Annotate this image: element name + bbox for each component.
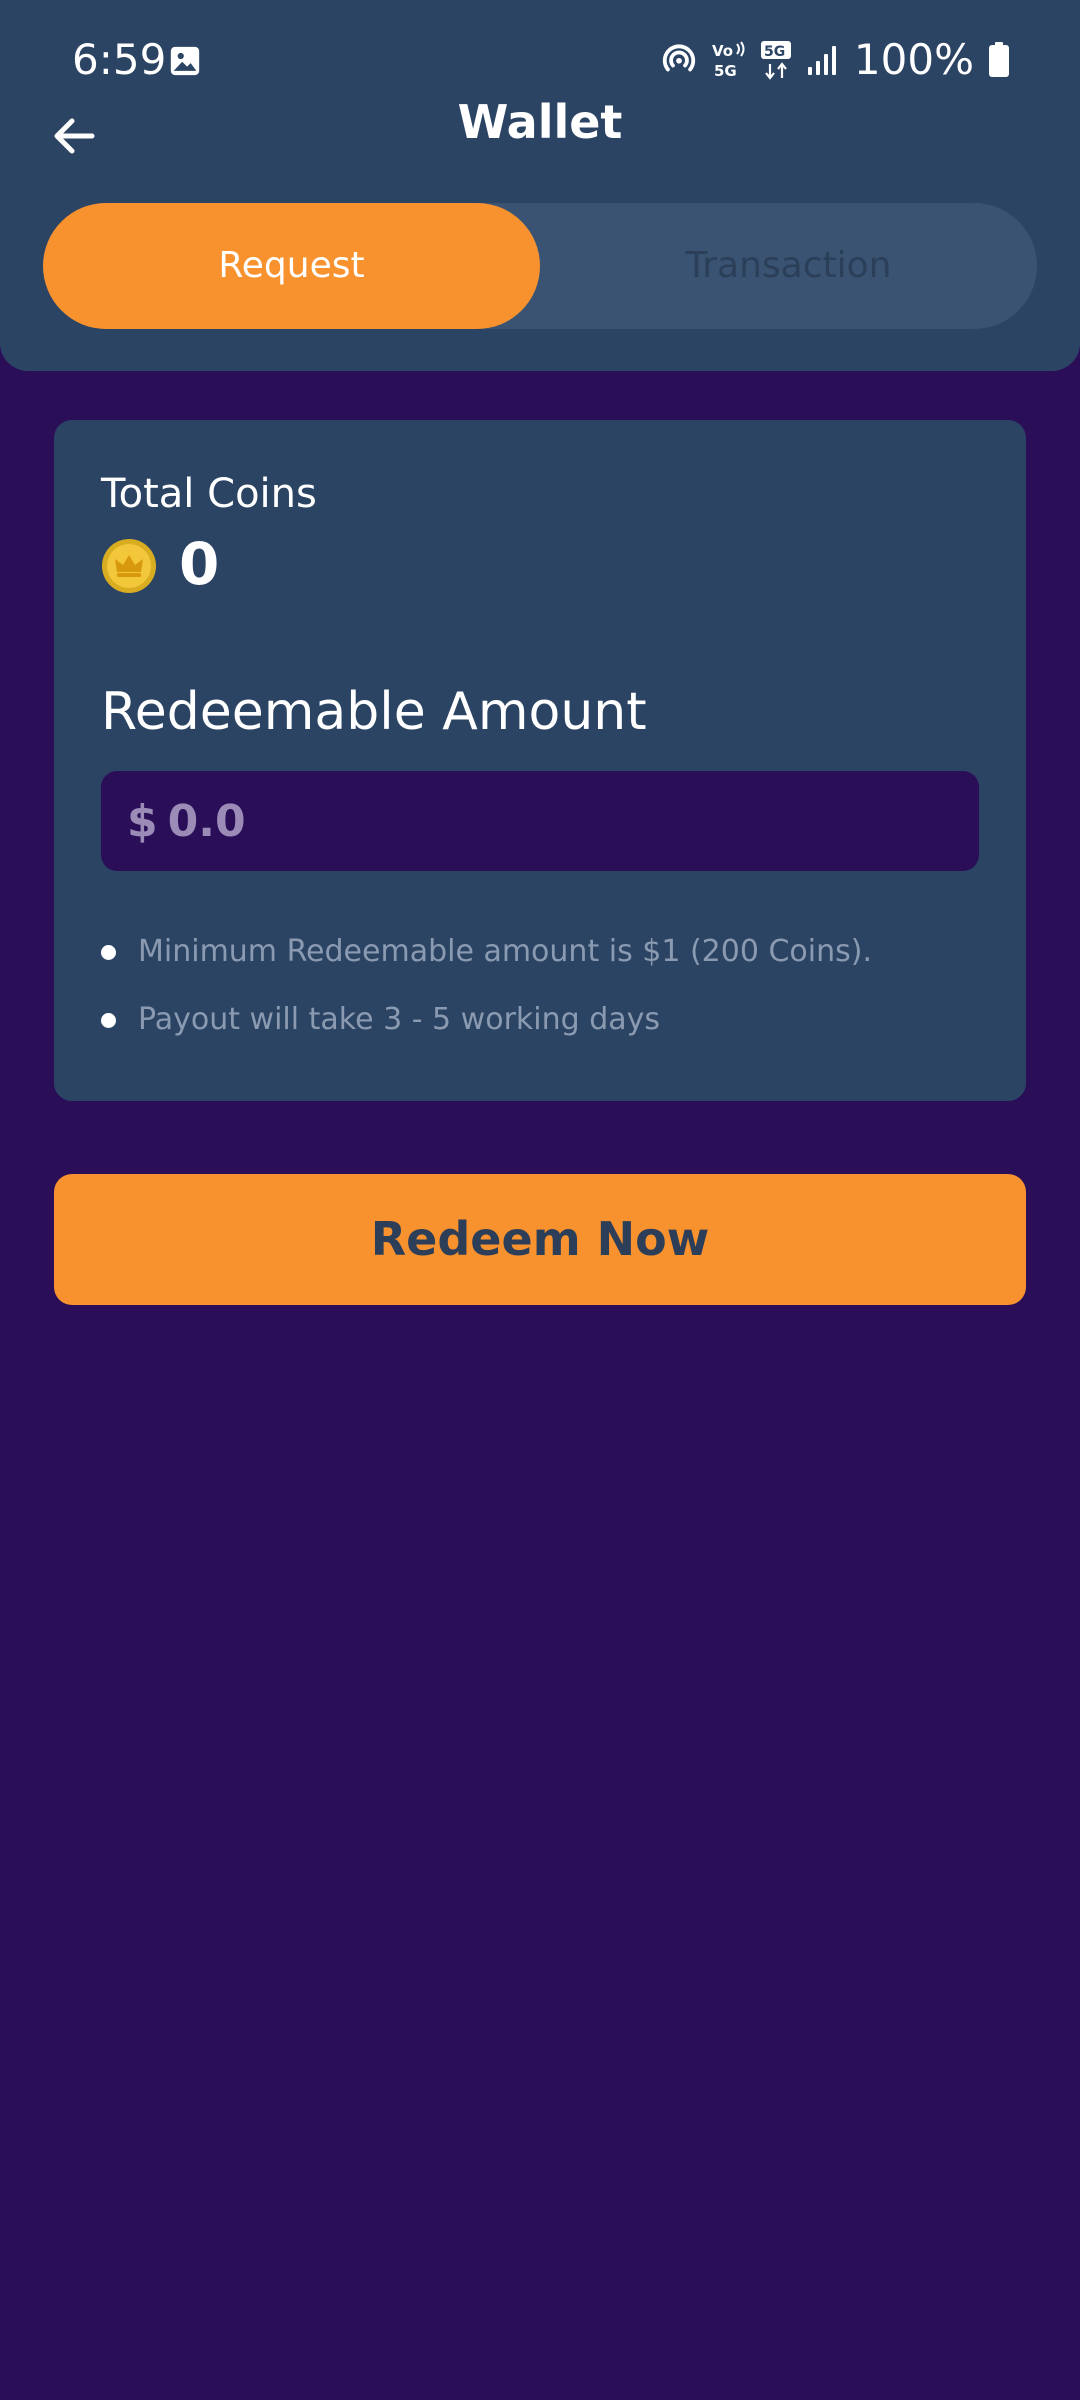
battery-icon [989, 42, 1009, 77]
note-payout-time: Payout will take 3 - 5 working days [101, 998, 660, 1042]
currency-symbol: $ [127, 795, 158, 847]
app-header: 6:59 Vo 5G 5G 100% Wallet Request Transa… [0, 0, 1080, 371]
total-coins-label: Total Coins [101, 471, 317, 517]
bullet-icon [101, 944, 116, 960]
redeemable-amount-label: Redeemable Amount [101, 682, 647, 742]
note-text: Minimum Redeemable amount is $1 (200 Coi… [138, 934, 872, 969]
tab-request[interactable]: Request [43, 203, 540, 329]
note-minimum-amount: Minimum Redeemable amount is $1 (200 Coi… [101, 930, 872, 974]
redeem-now-button[interactable]: Redeem Now [54, 1174, 1026, 1305]
wallet-card: Total Coins 0 Redeemable Amount $ Minimu… [54, 420, 1026, 1101]
note-text: Payout will take 3 - 5 working days [138, 1002, 661, 1037]
svg-text:5G: 5G [714, 62, 737, 80]
svg-text:5G: 5G [764, 44, 785, 60]
tab-bar: Request Transaction [43, 203, 1037, 329]
redeemable-amount-field[interactable]: $ [101, 771, 979, 871]
volte-5g-icon: Vo 5G [712, 41, 745, 80]
coin-crown-icon [102, 539, 156, 593]
gallery-icon [170, 46, 200, 76]
tab-transaction[interactable]: Transaction [540, 203, 1037, 329]
svg-text:Vo: Vo [712, 42, 733, 60]
battery-percentage: 100% [853, 35, 974, 84]
page-title: Wallet [457, 95, 623, 149]
redeemable-amount-input[interactable] [167, 795, 928, 847]
5g-data-icon: 5G [760, 41, 791, 80]
total-coins-value: 0 [179, 530, 220, 598]
hotspot-icon [662, 44, 696, 72]
bullet-icon [101, 1012, 116, 1028]
status-icons: Vo 5G 5G 100% [660, 32, 1010, 88]
signal-icon [807, 46, 836, 75]
status-time: 6:59 [72, 35, 167, 84]
